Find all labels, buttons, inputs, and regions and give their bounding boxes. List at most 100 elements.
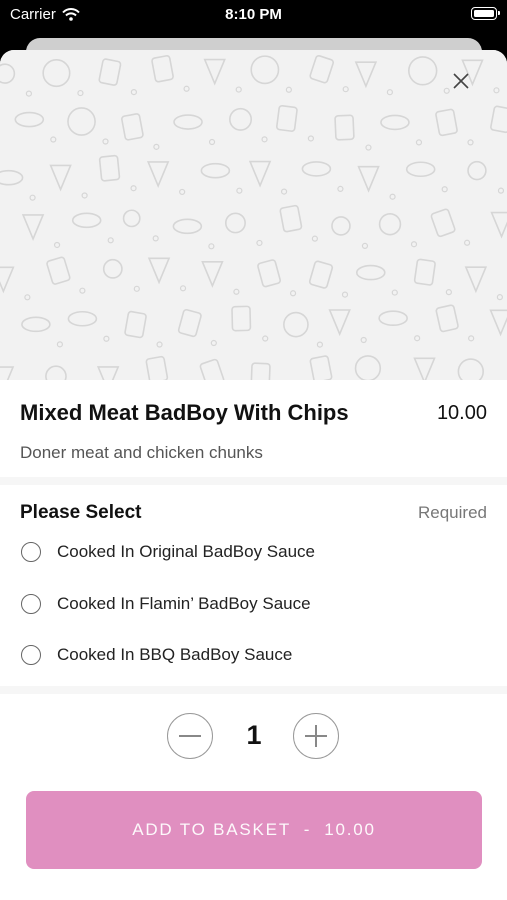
add-to-basket-button[interactable]: ADD TO BASKET - 10.00 [26, 791, 482, 869]
quantity-value: 1 [246, 720, 262, 750]
doodle-shape [328, 309, 351, 337]
doodle-dot [365, 144, 372, 151]
doodle-shape [21, 214, 45, 242]
doodle-dot [280, 188, 288, 195]
doodle-dot [497, 187, 505, 194]
doodle-shape [354, 61, 378, 89]
doodle-shape [354, 355, 382, 382]
doodle-shape [14, 111, 45, 128]
doodle-shape [457, 358, 484, 385]
option-bbq-sauce[interactable]: Cooked In BBQ BadBoy Sauce [21, 639, 487, 671]
doodle-dot [414, 335, 421, 342]
doodle-shape [121, 113, 144, 141]
product-image-placeholder [0, 50, 507, 401]
doodle-shape [380, 114, 410, 131]
doodle-dot [341, 291, 349, 298]
doodle-shape [49, 164, 72, 192]
doodle-shape [151, 55, 174, 83]
doodle-shape [21, 316, 51, 333]
doodle-dot [410, 241, 418, 248]
doodle-shape [276, 104, 298, 132]
doodle-dot [256, 239, 263, 247]
doodle-shape [331, 216, 351, 236]
doodle-shape [309, 54, 335, 84]
product-sheet: Mixed Meat BadBoy With Chips 10.00 Doner… [0, 50, 507, 900]
doodle-dot [467, 139, 474, 146]
doodle-dot [179, 188, 186, 196]
close-icon [453, 73, 469, 89]
doodle-dot [468, 335, 475, 342]
doodle-dot [311, 235, 318, 242]
battery-icon [471, 7, 500, 20]
radio-button[interactable] [21, 594, 41, 614]
doodle-shape [173, 114, 203, 130]
doodle-dot [29, 194, 36, 201]
close-button[interactable] [447, 67, 475, 95]
doodle-dot [25, 90, 33, 97]
increase-quantity-button[interactable] [293, 713, 339, 759]
doodle-shape [124, 310, 147, 339]
doodle-dot [261, 136, 268, 143]
radio-button[interactable] [21, 645, 41, 665]
quantity-stepper: 1 [0, 710, 507, 762]
doodle-shape [279, 204, 303, 233]
options-title: Please Select [20, 502, 142, 523]
doodle-dot [152, 235, 159, 242]
doodle-shape [71, 212, 102, 229]
option-flamin-sauce[interactable]: Cooked In Flamin’ BadBoy Sauce [21, 588, 487, 620]
doodle-shape [122, 209, 141, 228]
doodle-dot [183, 85, 190, 92]
doodle-dot [24, 294, 31, 301]
status-bar: Carrier 8:10 PM [0, 0, 507, 30]
product-header: Mixed Meat BadBoy With Chips 10.00 [20, 400, 487, 426]
doodle-dot [289, 290, 297, 297]
doodle-dot [361, 242, 369, 250]
doodle-dot [386, 89, 393, 96]
doodle-dot [210, 339, 217, 347]
doodle-dot [233, 288, 240, 295]
doodle-dot [179, 285, 187, 292]
doodle-shape [146, 161, 170, 189]
doodle-dot [342, 86, 349, 93]
doodle-dot [415, 139, 423, 146]
doodle-shape [201, 260, 224, 288]
doodle-shape [435, 304, 459, 333]
doodle-shape [250, 362, 271, 389]
doodle-dot [156, 341, 163, 348]
doodle-dot [53, 241, 61, 249]
doodle-shape [98, 154, 121, 182]
doodle-shape [46, 256, 71, 285]
doodle-dot [130, 89, 137, 96]
required-label: Required [418, 503, 487, 522]
doodle-shape [67, 107, 96, 136]
doodle-dot [307, 135, 315, 142]
doodle-shape [430, 208, 456, 238]
doodle-shape [334, 114, 355, 141]
doodle-dot [389, 193, 396, 200]
options-header: Please Select Required [20, 502, 487, 524]
radio-button[interactable] [21, 542, 41, 562]
doodle-shape [96, 366, 120, 394]
doodle-dot [208, 138, 216, 146]
doodle-shape [467, 160, 487, 181]
doodle-shape [309, 355, 333, 383]
doodle-dot [50, 136, 57, 143]
minus-icon [179, 735, 201, 737]
doodle-dot [79, 287, 86, 294]
doodle-dot [445, 289, 452, 296]
add-to-basket-label: ADD TO BASKET - 10.00 [132, 820, 376, 839]
status-time: 8:10 PM [225, 6, 282, 23]
product-title: Mixed Meat BadBoy With Chips [20, 400, 349, 425]
doodle-shape [0, 366, 15, 394]
doodle-shape [489, 309, 507, 337]
doodle-dot [236, 187, 243, 194]
option-original-sauce[interactable]: Cooked In Original BadBoy Sauce [21, 536, 487, 568]
doodle-shape [229, 107, 253, 131]
doodle-shape [42, 58, 71, 88]
decrease-quantity-button[interactable] [167, 713, 213, 759]
doodle-shape [301, 161, 332, 177]
product-price: 10.00 [436, 401, 487, 424]
doodle-dot [262, 335, 269, 342]
doodle-dot [360, 336, 367, 344]
doodle-dot [463, 239, 471, 246]
